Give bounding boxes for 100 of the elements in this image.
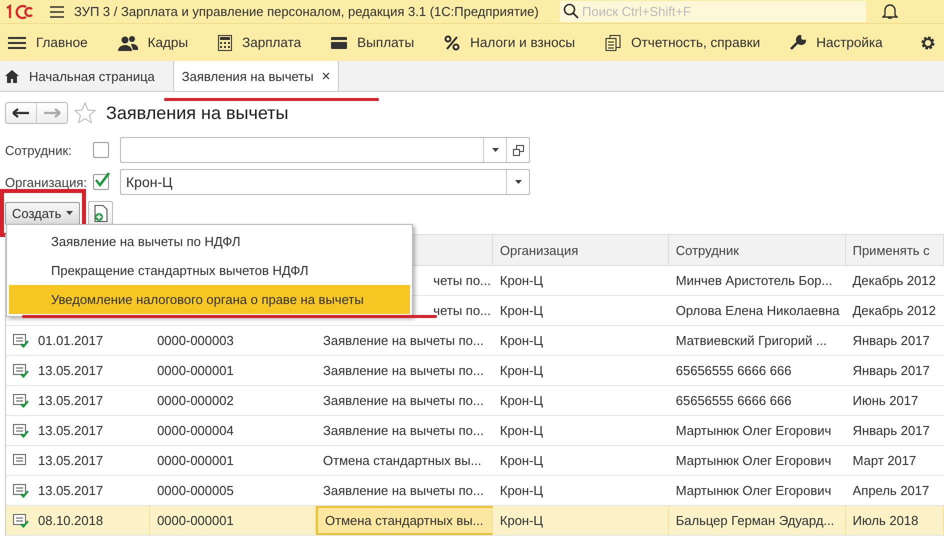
table-cell: Мартынюк Олег Егорович <box>676 423 832 438</box>
table-cell: Крон-Ц <box>500 333 544 348</box>
section-label: Выплаты <box>357 35 414 50</box>
open-icon[interactable] <box>512 144 524 156</box>
dropdown-icon <box>492 148 498 152</box>
table-cell: 0000-000004 <box>157 423 234 438</box>
table-cell: Крон-Ц <box>500 423 544 438</box>
table-row[interactable]: 08.10.2018 0000-000001 Отмена стандартных вы... Крон-Ц Бальцер Герман Эдуард... Июль 2018 <box>6 506 944 536</box>
table-cell: 13.05.2017 <box>38 453 104 468</box>
table-cell: Заявление на вычеты по... <box>323 423 484 438</box>
table-cell: Заявление на вычеты по... <box>323 333 484 348</box>
table-cell: Отмена стандартных вы... <box>325 513 484 528</box>
table-cell: Крон-Ц <box>500 453 544 468</box>
table-cell: Заявление на вычеты по... <box>323 393 484 408</box>
table-cell: 13.05.2017 <box>38 363 104 378</box>
calculator-icon <box>218 34 232 50</box>
table-cell: 08.10.2018 <box>38 513 104 528</box>
menu-icon[interactable] <box>50 6 64 18</box>
section-label: Настройка <box>816 35 883 50</box>
table-cell: Матвиевский Григорий ... <box>676 333 827 348</box>
section-item[interactable]: Главное <box>8 35 88 50</box>
card-icon <box>331 36 348 48</box>
table-row[interactable]: 13.05.2017 0000-000001 Заявление на вычеты по... Крон-Ц 65656555 6666 666 Январь 2017 <box>6 356 944 386</box>
select-field[interactable] <box>120 137 530 163</box>
table-cell: 13.05.2017 <box>38 393 104 408</box>
table-cell: 0000-000001 <box>157 453 234 468</box>
table-cell: Крон-Ц <box>500 513 544 528</box>
table-cell: Орлова Елена Николаевна <box>676 303 840 318</box>
table-cell: Январь 2017 <box>852 333 930 348</box>
table-row[interactable]: 13.05.2017 0000-000004 Заявление на вычеты по... Крон-Ц Мартынюк Олег Егорович Январь 2017 <box>6 416 944 446</box>
menu-item[interactable]: Уведомление налогового органа о праве на вычеты <box>9 285 410 314</box>
table-cell: Мартынюк Олег Егорович <box>676 453 832 468</box>
section-item[interactable]: Налоги и взносы <box>444 34 576 50</box>
section-item[interactable]: Зарплата <box>218 34 302 50</box>
table-cell: 0000-000001 <box>157 513 234 528</box>
table-cell: Июнь 2017 <box>852 393 918 408</box>
search-icon <box>563 3 579 19</box>
table-cell: 0000-000003 <box>157 333 234 348</box>
section-item[interactable]: Выплаты <box>331 35 414 50</box>
add-document-icon <box>94 204 108 222</box>
star-icon[interactable] <box>74 102 96 124</box>
checkbox[interactable] <box>93 142 109 158</box>
table-cell: 0000-000002 <box>157 393 234 408</box>
column-header[interactable]: Организация <box>500 242 578 258</box>
section-item[interactable]: Отчетность, справки <box>605 34 760 50</box>
table-cell: 01.01.2017 <box>38 333 104 348</box>
dropdown-icon <box>66 211 74 215</box>
filter-label: Организация: <box>5 174 88 190</box>
wrench-icon <box>790 34 806 50</box>
column-header[interactable]: Применять с <box>852 242 930 258</box>
search-field[interactable]: Поиск Ctrl+Shift+F <box>560 1 866 22</box>
table-cell: Крон-Ц <box>500 393 544 408</box>
section-label: Отчетность, справки <box>631 35 760 50</box>
select-field[interactable]: Крон-Ц <box>120 169 530 195</box>
table-row[interactable]: 13.05.2017 0000-000001 Отмена стандартных вы... Крон-Ц Мартынюк Олег Егорович Март 2017 <box>6 446 944 476</box>
home-icon <box>5 70 19 82</box>
table-cell: Минчев Аристотель Бор... <box>676 273 832 288</box>
table-row[interactable]: 13.05.2017 0000-000002 Заявление на вычеты по... Крон-Ц 65656555 6666 666 Июнь 2017 <box>6 386 944 416</box>
settings-icon[interactable] <box>920 34 936 50</box>
close-icon[interactable]: × <box>322 68 330 84</box>
column-header[interactable]: Сотрудник <box>676 242 739 258</box>
table-cell: Крон-Ц <box>500 303 544 318</box>
table-cell: Мартынюк Олег Егорович <box>676 483 832 498</box>
table-cell: Январь 2017 <box>852 363 930 378</box>
tab[interactable]: Начальная страница <box>29 61 165 91</box>
table-cell: Бальцер Герман Эдуард... <box>676 513 834 528</box>
table-cell: 0000-000005 <box>157 483 234 498</box>
create-button[interactable]: Создать <box>5 202 80 224</box>
table-cell: Июль 2018 <box>852 513 918 528</box>
documents-icon <box>605 34 622 50</box>
section-label: Зарплата <box>242 35 302 50</box>
add-document-button[interactable] <box>88 201 114 225</box>
table-cell: Крон-Ц <box>500 273 544 288</box>
table-cell: четы по... <box>433 303 491 318</box>
table-cell: Декабрь 2012 <box>852 303 936 318</box>
table-cell: 13.05.2017 <box>38 483 104 498</box>
table-cell: Заявление на вычеты по... <box>323 483 484 498</box>
section-label: Налоги и взносы <box>470 35 576 50</box>
table-cell: 65656555 6666 666 <box>676 363 792 378</box>
menu-item[interactable]: Заявление на вычеты по НДФЛ <box>7 227 412 256</box>
section-item[interactable]: Кадры <box>118 34 188 50</box>
checkbox[interactable] <box>93 174 109 190</box>
filter-label: Сотрудник: <box>5 142 73 158</box>
menu-icon <box>8 36 26 50</box>
table-row[interactable]: 01.01.2017 0000-000003 Заявление на вычеты по... Крон-Ц Матвиевский Григорий ... Январь 2017 <box>6 326 944 356</box>
percent-icon <box>444 34 460 50</box>
table-cell: четы по... <box>433 273 491 288</box>
table-cell: 0000-000001 <box>157 363 234 378</box>
table-cell: Крон-Ц <box>500 483 544 498</box>
table-cell: Январь 2017 <box>852 423 930 438</box>
people-icon <box>118 34 138 50</box>
table-cell: Крон-Ц <box>500 363 544 378</box>
table-cell: Март 2017 <box>852 453 916 468</box>
bell-icon[interactable] <box>882 3 898 20</box>
dropdown-icon <box>514 180 522 184</box>
table-cell: Отмена стандартных вы... <box>323 453 482 468</box>
section-item[interactable]: Настройка <box>790 34 883 50</box>
table-cell: 65656555 6666 666 <box>676 393 792 408</box>
form-title: Заявления на вычеты <box>106 102 288 124</box>
section-label: Главное <box>36 35 88 50</box>
